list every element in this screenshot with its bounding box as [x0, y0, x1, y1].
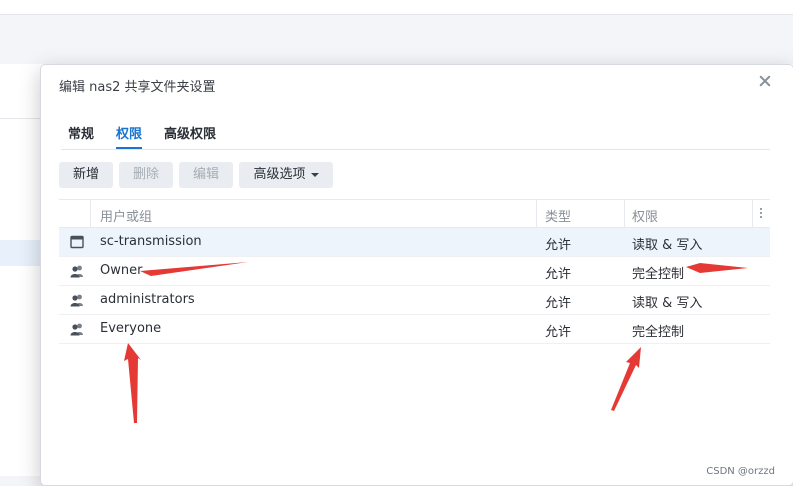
column-separator — [752, 200, 753, 227]
tab-permissions[interactable]: 权限 — [116, 123, 143, 149]
advanced-options-label: 高级选项 — [253, 167, 306, 182]
close-icon[interactable] — [757, 73, 773, 89]
delete-button[interactable]: 删除 — [119, 162, 173, 188]
advanced-options-button[interactable]: 高级选项 — [239, 162, 333, 188]
table-row[interactable]: administrators 允许 读取 & 写入 — [59, 286, 770, 315]
row-permission: 完全控制 — [632, 325, 685, 340]
tab-advanced-permissions[interactable]: 高级权限 — [164, 123, 216, 142]
table-row[interactable]: sc-transmission 允许 读取 & 写入 — [59, 228, 770, 257]
column-header-type[interactable]: 类型 — [545, 206, 571, 225]
shared-folder-settings-dialog: 编辑 nas2 共享文件夹设置 常规 权限 高级权限 新增 删除 编辑 高级选项… — [40, 64, 793, 486]
group-icon — [70, 323, 83, 336]
row-user-name: Owner — [100, 263, 143, 278]
column-separator — [536, 200, 537, 227]
row-type: 允许 — [545, 325, 572, 340]
column-separator — [90, 200, 91, 227]
column-separator — [624, 200, 625, 227]
row-type: 允许 — [545, 296, 572, 311]
table-header: 用户或组 类型 权限 — [59, 199, 770, 228]
row-user-name: Everyone — [100, 321, 162, 336]
watermark: CSDN @orzzd — [706, 466, 775, 477]
background-app-header — [0, 0, 793, 15]
row-permission: 读取 & 写入 — [632, 238, 703, 253]
column-header-permission[interactable]: 权限 — [632, 206, 658, 225]
row-type: 允许 — [545, 238, 572, 253]
table-row[interactable]: Everyone 允许 完全控制 — [59, 315, 770, 344]
table-row[interactable]: Owner 允许 完全控制 — [59, 257, 770, 286]
window-icon — [70, 235, 84, 249]
edit-button[interactable]: 编辑 — [179, 162, 233, 188]
group-icon — [70, 294, 83, 307]
row-permission: 完全控制 — [632, 267, 685, 282]
row-type: 允许 — [545, 267, 572, 282]
row-user-name: sc-transmission — [100, 234, 202, 249]
tab-general[interactable]: 常规 — [68, 123, 94, 142]
column-menu-icon[interactable] — [759, 206, 763, 220]
group-icon — [70, 265, 83, 278]
background-divider — [0, 118, 45, 119]
dialog-title: 编辑 nas2 共享文件夹设置 — [59, 80, 216, 95]
background-selected-item — [0, 240, 45, 266]
add-button[interactable]: 新增 — [59, 162, 113, 188]
row-user-name: administrators — [100, 292, 195, 307]
column-header-user[interactable]: 用户或组 — [100, 206, 152, 225]
tab-bar: 常规 权限 高级权限 — [61, 121, 770, 150]
row-permission: 读取 & 写入 — [632, 296, 703, 311]
permissions-table: 用户或组 类型 权限 sc-transmission 允许 读取 & 写入 Ow… — [59, 199, 770, 344]
caret-down-icon — [310, 172, 319, 177]
